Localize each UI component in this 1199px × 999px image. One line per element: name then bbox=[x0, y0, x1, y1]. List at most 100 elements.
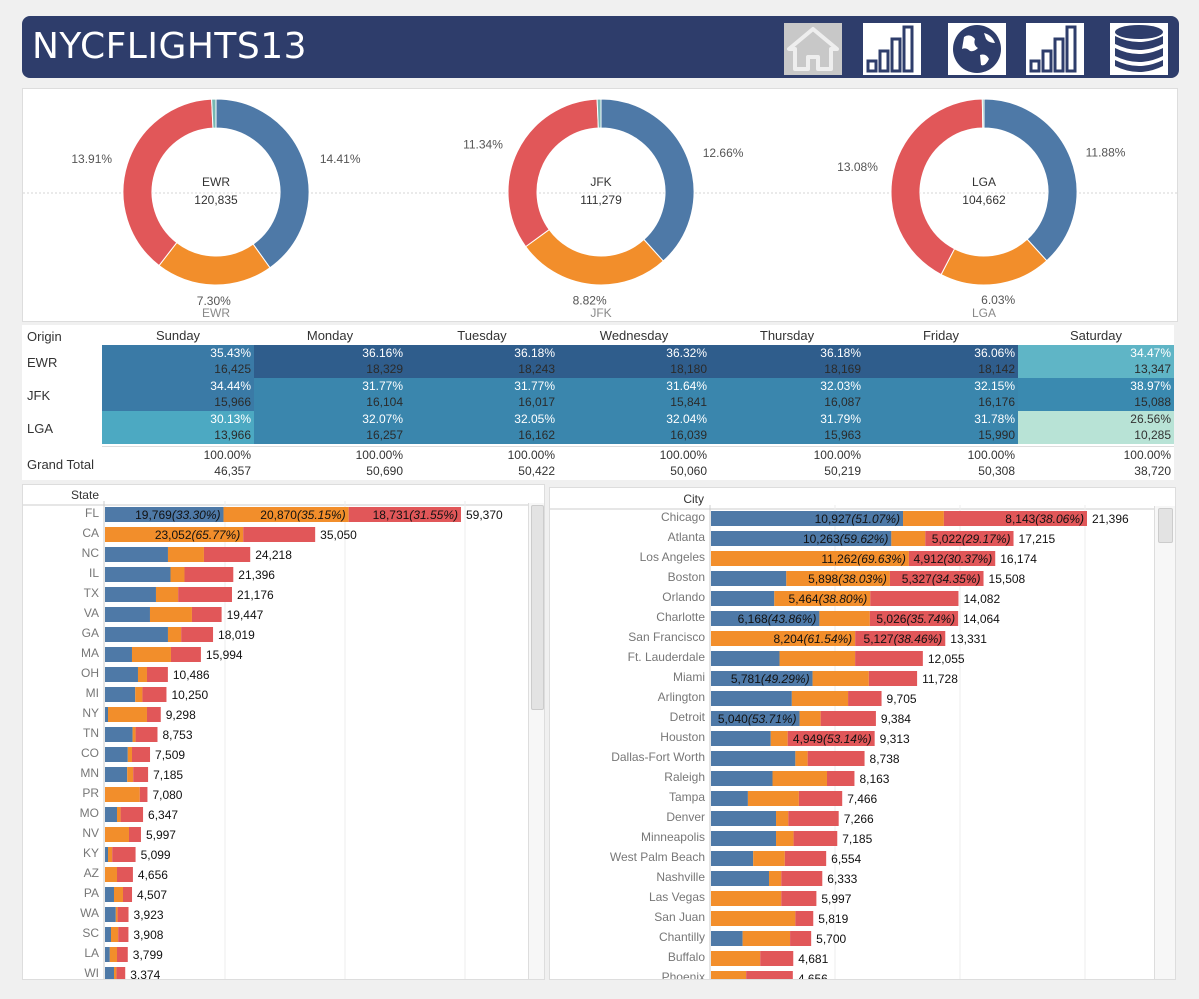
heatmap-cell-pct: 36.32% bbox=[666, 346, 707, 360]
bar-row-label: Orlando bbox=[662, 590, 705, 604]
bar-row-label: Los Angeles bbox=[640, 550, 705, 564]
bar-segment-1 bbox=[167, 627, 182, 642]
city-scrollbar[interactable] bbox=[1154, 506, 1175, 979]
city-scrollbar-thumb[interactable] bbox=[1158, 508, 1173, 543]
heatmap-column-header: Saturday bbox=[1069, 328, 1123, 343]
bar-segment-1 bbox=[105, 787, 140, 802]
home-icon[interactable] bbox=[784, 21, 842, 75]
bar-row-label: Raleigh bbox=[664, 770, 705, 784]
bar-row-label: CA bbox=[82, 526, 99, 540]
bar-total-label: 4,681 bbox=[798, 952, 828, 966]
bar-segment-label: 8,204(61.54%) bbox=[773, 632, 852, 646]
bar-chart-icon[interactable] bbox=[863, 21, 921, 75]
heatmap-cell: 34.47% 13,347 bbox=[1018, 345, 1174, 378]
bar-segment-pct: (53.71%) bbox=[748, 712, 797, 726]
bar-segment-value: 23,052 bbox=[155, 528, 192, 542]
heatmap-cell-pct: 32.15% bbox=[974, 379, 1015, 393]
bar-segment-1 bbox=[776, 811, 789, 826]
bar-total-label: 5,700 bbox=[816, 932, 846, 946]
bar-row-label: Chantilly bbox=[659, 930, 705, 944]
donut-slice-jfk-1 bbox=[525, 228, 665, 286]
donut-label-jfk-2: 11.34% bbox=[463, 138, 503, 152]
bar-segment-1 bbox=[747, 791, 799, 806]
bar-total-label: 7,185 bbox=[842, 832, 872, 846]
bar-segment-value: 4,912 bbox=[913, 552, 943, 566]
bar-segment-label: 5,022(29.17%) bbox=[932, 532, 1011, 546]
bar-total-label: 10,486 bbox=[173, 668, 210, 682]
state-scrollbar[interactable] bbox=[528, 503, 544, 979]
bar-segment-2 bbox=[139, 787, 148, 802]
database-icon[interactable] bbox=[1110, 21, 1168, 75]
city-bar-chart: City Chicago 10,927(51.07%) 8,143(38.06%) 21… bbox=[550, 492, 1154, 980]
bar-row-label: Buffalo bbox=[668, 950, 705, 964]
heatmap-cell-pct: 32.04% bbox=[666, 412, 707, 426]
heatmap-cell: 32.04% 16,039 bbox=[558, 411, 710, 444]
app-header: NYCFLIGHTS13 bbox=[22, 16, 1179, 78]
heatmap-cell-count: 18,180 bbox=[670, 362, 707, 376]
bar-row-label: TN bbox=[83, 726, 99, 740]
bar-segment-label: 4,949(53.14%) bbox=[793, 732, 872, 746]
heatmap-cell: 36.16% 18,329 bbox=[254, 345, 406, 378]
bar-segment-2 bbox=[133, 767, 149, 782]
heatmap-row-label: EWR bbox=[27, 355, 58, 370]
bar-segment-2 bbox=[178, 587, 232, 602]
heatmap-total-count: 50,060 bbox=[670, 464, 707, 478]
heatmap-cell: 31.78% 15,990 bbox=[864, 411, 1018, 444]
bar-segment-1 bbox=[772, 771, 827, 786]
app-title: NYCFLIGHTS13 bbox=[32, 26, 308, 67]
bar-segment-1 bbox=[109, 947, 117, 962]
bar-segment-1 bbox=[105, 867, 117, 882]
bar-total-label: 5,997 bbox=[146, 828, 176, 842]
bar-segment-1 bbox=[903, 511, 944, 526]
bar-segment-2 bbox=[848, 691, 882, 706]
heatmap-total-pct: 100.00% bbox=[813, 448, 861, 462]
bar-segment-1 bbox=[167, 547, 204, 562]
donut-charts-panel: 14.41%7.30%13.91%0.27%EWR120,835EWR12.66… bbox=[22, 76, 1179, 322]
bar-segment-pct: (59.62%) bbox=[840, 532, 889, 546]
state-scrollbar-thumb[interactable] bbox=[531, 505, 544, 710]
heatmap-cell-pct: 36.18% bbox=[514, 346, 555, 360]
bar-row-label: GA bbox=[82, 626, 99, 640]
bar-segment-2 bbox=[855, 651, 923, 666]
heatmap-cell-pct: 32.03% bbox=[820, 379, 861, 393]
donut-label-ewr-3: 0.27% bbox=[196, 89, 230, 90]
bar-segment-0 bbox=[711, 851, 754, 866]
bar-total-label: 15,508 bbox=[989, 572, 1026, 586]
heatmap-cell-pct: 26.56% bbox=[1130, 412, 1171, 426]
bar-segment-value: 18,731 bbox=[373, 508, 410, 522]
heatmap-cell-count: 13,347 bbox=[1134, 362, 1171, 376]
bar-segment-value: 19,769 bbox=[135, 508, 172, 522]
donut-center-origin: LGA bbox=[972, 175, 996, 189]
bar-chart-icon-2[interactable] bbox=[1026, 21, 1084, 75]
bar-total-label: 4,656 bbox=[798, 972, 828, 980]
bar-segment-2 bbox=[117, 907, 129, 922]
bar-segment-0 bbox=[105, 627, 168, 642]
heatmap-cell-pct: 31.79% bbox=[820, 412, 861, 426]
weekday-heatmap: Origin Sunday Monday Tuesday Wednesday Thursd… bbox=[22, 325, 1174, 480]
globe-icon[interactable] bbox=[948, 21, 1006, 75]
bar-row-label: IL bbox=[89, 566, 99, 580]
bar-segment-1 bbox=[891, 531, 926, 546]
bar-segment-0 bbox=[105, 707, 108, 722]
bar-segment-1 bbox=[776, 831, 794, 846]
bar-segment-value: 11,262 bbox=[821, 552, 857, 566]
heatmap-total-count: 38,720 bbox=[1134, 464, 1171, 478]
bar-segment-pct: (38.46%) bbox=[894, 632, 943, 646]
bar-total-label: 7,466 bbox=[847, 792, 877, 806]
bar-segment-value: 10,263 bbox=[803, 532, 840, 546]
bar-segment-2 bbox=[807, 751, 865, 766]
bar-total-label: 13,331 bbox=[950, 632, 987, 646]
bar-segment-pct: (30.37%) bbox=[944, 552, 993, 566]
bar-total-label: 7,509 bbox=[155, 748, 185, 762]
bar-segment-2 bbox=[146, 667, 168, 682]
bar-row-label: VA bbox=[84, 606, 99, 620]
donut-center-total: 104,662 bbox=[962, 193, 1006, 207]
bar-total-label: 8,738 bbox=[870, 752, 900, 766]
bar-segment-0 bbox=[105, 887, 114, 902]
heatmap-row-label: LGA bbox=[27, 421, 54, 436]
bar-segment-1 bbox=[768, 871, 782, 886]
bar-segment-value: 8,143 bbox=[1005, 512, 1035, 526]
bar-segment-pct: (29.17%) bbox=[962, 532, 1011, 546]
heatmap-cell-pct: 32.07% bbox=[362, 412, 403, 426]
heatmap-total-cell: 100.00% 50,422 bbox=[406, 446, 558, 479]
